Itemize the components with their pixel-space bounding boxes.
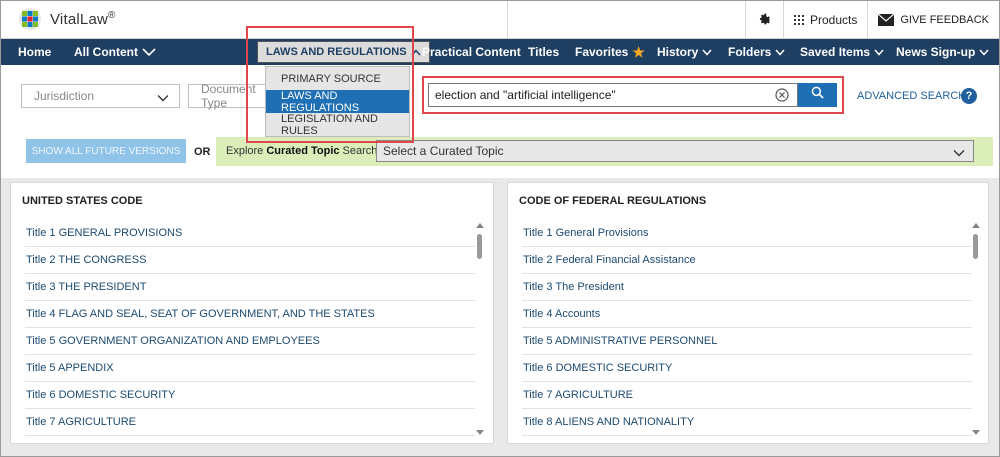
chevron-up-icon — [411, 48, 421, 56]
vitallaw-logo[interactable]: VitalLaw® — [18, 7, 116, 31]
advanced-search-link[interactable]: ADVANCED SEARCH — [857, 90, 966, 102]
search-icon — [811, 86, 824, 104]
grid-icon — [794, 15, 804, 25]
list-item[interactable]: Title 6 DOMESTIC SECURITY — [25, 382, 475, 409]
nav-news-sign-up[interactable]: News Sign-up — [896, 39, 989, 65]
list-item[interactable]: Title 5 ADMINISTRATIVE PERSONNEL — [522, 328, 972, 355]
panel-title-cfr: CODE OF FEDERAL REGULATIONS — [519, 195, 707, 207]
nav-favorites[interactable]: Favorites ★ — [575, 39, 645, 65]
list-item[interactable]: Title 8 ALIENS AND NATIONALITY — [522, 409, 972, 436]
settings-button[interactable] — [745, 1, 783, 39]
products-button[interactable]: Products — [783, 1, 867, 39]
chevron-down-icon — [142, 48, 156, 56]
scroll-down-icon[interactable] — [476, 430, 484, 435]
united-states-code-panel: UNITED STATES CODE Title 1 GENERAL PROVI… — [10, 182, 494, 444]
envelope-icon — [878, 14, 895, 26]
usc-list: Title 1 GENERAL PROVISIONS Title 2 THE C… — [25, 220, 475, 436]
list-item[interactable]: Title 1 GENERAL PROVISIONS — [25, 220, 475, 247]
scroll-thumb[interactable] — [477, 234, 482, 259]
logo-text: VitalLaw® — [50, 10, 116, 28]
dropdown-item-primary-source[interactable]: PRIMARY SOURCE — [266, 67, 409, 90]
dropdown-item-legislation-and-rules[interactable]: LEGISLATION AND RULES — [266, 113, 409, 137]
list-item[interactable]: Title 3 The President — [522, 274, 972, 301]
list-item[interactable]: Title 7 AGRICULTURE — [522, 382, 972, 409]
list-item[interactable]: Title 4 FLAG AND SEAL, SEAT OF GOVERNMEN… — [25, 301, 475, 328]
cfr-scrollbar[interactable] — [972, 223, 980, 435]
list-item[interactable]: Title 7 AGRICULTURE — [25, 409, 475, 436]
chevron-down-icon — [157, 91, 169, 105]
panel-title-usc: UNITED STATES CODE — [22, 195, 143, 207]
nav-laws-and-regulations[interactable]: LAWS AND REGULATIONS — [257, 41, 430, 63]
chevron-down-icon — [775, 49, 785, 56]
scroll-thumb[interactable] — [973, 234, 978, 259]
cfr-list: Title 1 General Provisions Title 2 Feder… — [522, 220, 972, 436]
give-feedback-label: GIVE FEEDBACK — [900, 14, 989, 26]
code-of-federal-regulations-panel: CODE OF FEDERAL REGULATIONS Title 1 Gene… — [507, 182, 989, 444]
curated-topic-placeholder: Select a Curated Topic — [383, 144, 504, 158]
gear-icon — [758, 12, 772, 29]
or-label: OR — [194, 146, 211, 158]
list-item[interactable]: Title 6 DOMESTIC SECURITY — [522, 355, 972, 382]
nav-saved-items[interactable]: Saved Items — [800, 39, 884, 65]
top-header: VitalLaw® Products GIVE FEEDBACK — [1, 1, 999, 39]
search-input[interactable]: election and "artificial intelligence" — [428, 83, 798, 107]
search-area: Jurisdiction Document Type election and … — [1, 65, 999, 178]
main-nav: Home All Content LAWS AND REGULATIONS Pr… — [1, 39, 999, 65]
search-button[interactable] — [798, 83, 837, 107]
curated-topic-bar: Explore Curated Topic Search Select a Cu… — [216, 137, 993, 166]
chevron-down-icon — [953, 146, 965, 160]
jurisdiction-select[interactable]: Jurisdiction — [21, 84, 180, 108]
show-all-future-versions-button[interactable]: SHOW ALL FUTURE VERSIONS — [26, 139, 186, 163]
scroll-down-icon[interactable] — [972, 430, 980, 435]
give-feedback-button[interactable]: GIVE FEEDBACK — [867, 1, 999, 39]
chevron-down-icon — [702, 49, 712, 56]
nav-practical-content[interactable]: Practical Content — [422, 39, 521, 65]
search-query-text: election and "artificial intelligence" — [435, 88, 616, 102]
chevron-down-icon — [979, 49, 989, 56]
list-item[interactable]: Title 1 General Provisions — [522, 220, 972, 247]
list-item[interactable]: Title 5 APPENDIX — [25, 355, 475, 382]
top-spacer — [507, 1, 745, 39]
scroll-up-icon[interactable] — [972, 223, 980, 228]
curated-topic-select[interactable]: Select a Curated Topic — [376, 140, 974, 162]
jurisdiction-placeholder: Jurisdiction — [34, 89, 95, 103]
list-item[interactable]: Title 2 Federal Financial Assistance — [522, 247, 972, 274]
dropdown-item-laws-and-regulations[interactable]: LAWS AND REGULATIONS — [266, 90, 409, 114]
wolters-kluwer-logo-icon — [18, 7, 42, 31]
usc-scrollbar[interactable] — [476, 223, 484, 435]
products-label: Products — [810, 13, 858, 27]
list-item[interactable]: Title 4 Accounts — [522, 301, 972, 328]
list-item[interactable]: Title 2 THE CONGRESS — [25, 247, 475, 274]
scroll-up-icon[interactable] — [476, 223, 484, 228]
list-item[interactable]: Title 3 THE PRESIDENT — [25, 274, 475, 301]
clear-search-icon[interactable] — [775, 88, 789, 102]
list-item[interactable]: Title 5 GOVERNMENT ORGANIZATION AND EMPL… — [25, 328, 475, 355]
laws-dropdown-menu: PRIMARY SOURCE LAWS AND REGULATIONS LEGI… — [265, 66, 410, 137]
help-icon[interactable]: ? — [961, 88, 977, 104]
nav-all-content[interactable]: All Content — [74, 39, 156, 65]
chevron-down-icon — [874, 49, 884, 56]
nav-home[interactable]: Home — [18, 39, 51, 65]
nav-history[interactable]: History — [657, 39, 712, 65]
curated-topic-label: Explore Curated Topic Search — [226, 145, 378, 157]
nav-titles[interactable]: Titles — [528, 39, 559, 65]
star-icon: ★ — [632, 43, 645, 60]
nav-folders[interactable]: Folders — [728, 39, 785, 65]
